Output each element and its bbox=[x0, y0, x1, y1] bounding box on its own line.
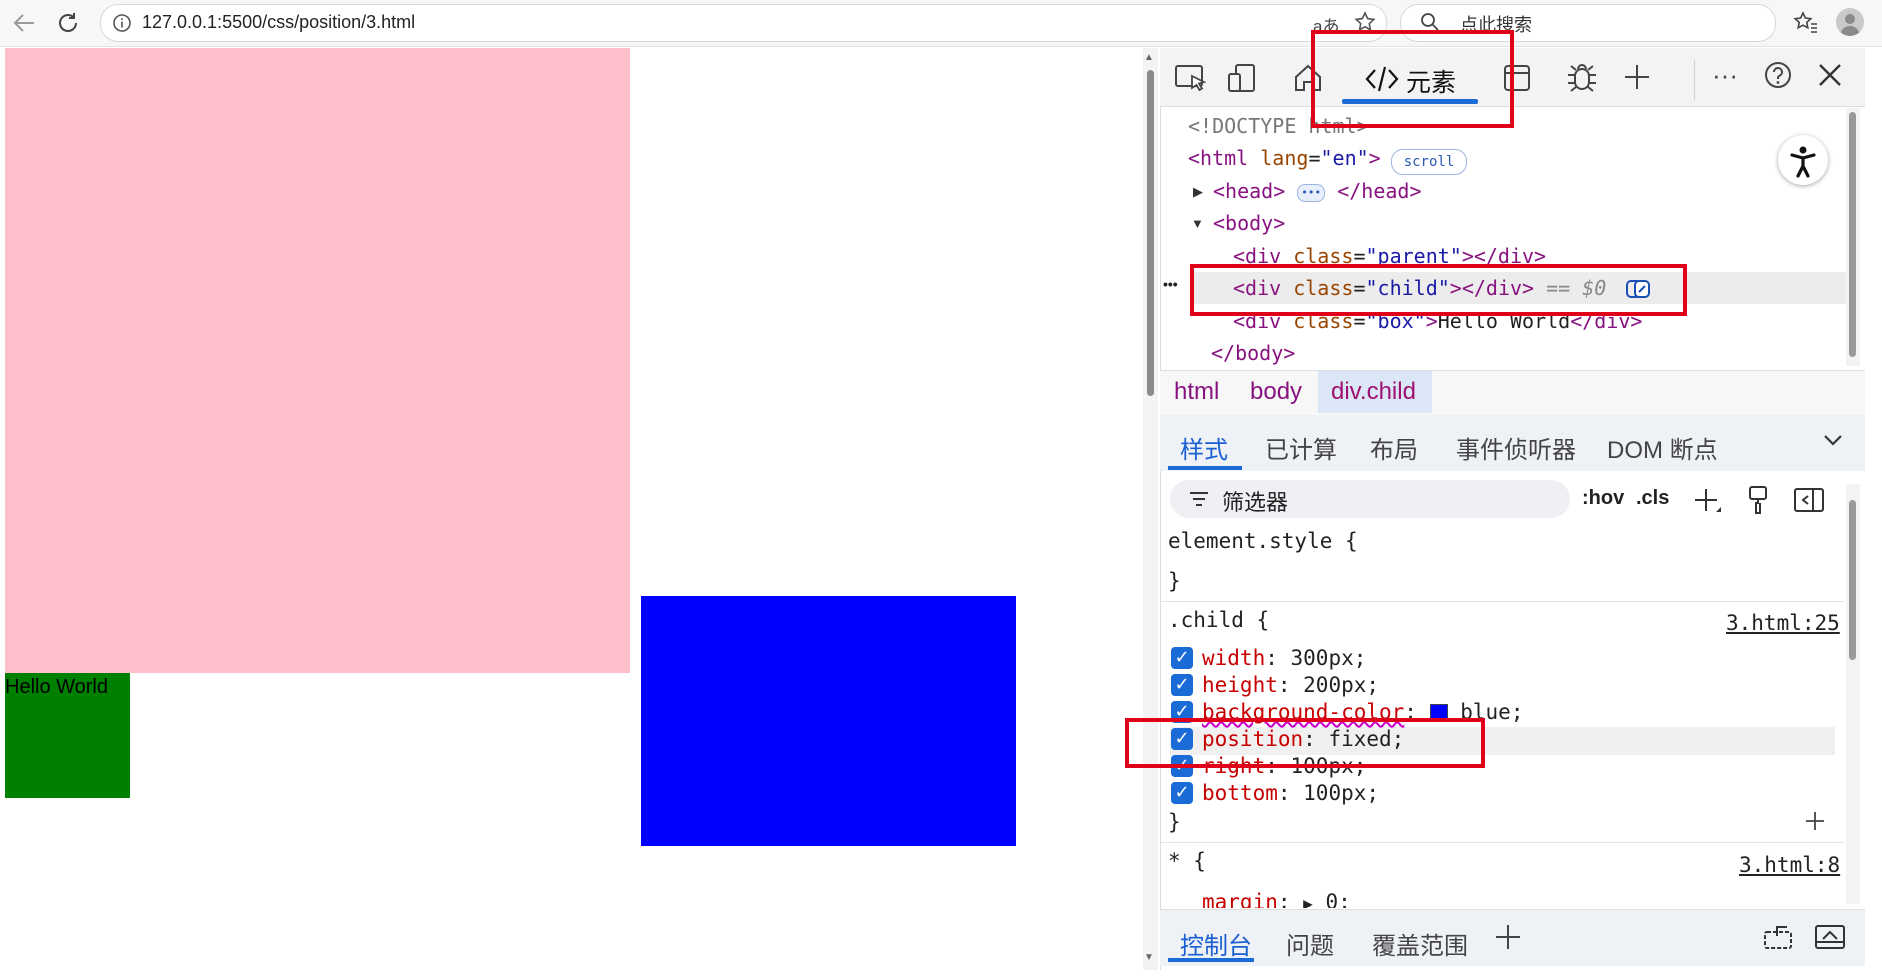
bottom-checkbox[interactable]: ✓ bbox=[1171, 782, 1193, 804]
margin-declaration-clip: margin: ▶ 0; bbox=[1160, 888, 1844, 908]
subtab-styles[interactable]: 样式 bbox=[1180, 430, 1228, 465]
height-declaration[interactable]: height: 200px; bbox=[1202, 673, 1379, 697]
scroll-up-arrow-icon[interactable]: ▲ bbox=[1144, 52, 1154, 63]
bug-icon[interactable] bbox=[1565, 60, 1599, 99]
help-icon[interactable] bbox=[1763, 60, 1793, 95]
accessibility-icon bbox=[1790, 146, 1816, 178]
dom-scroll-thumb[interactable] bbox=[1849, 112, 1856, 357]
dom-html-line[interactable]: <html lang="en"> bbox=[1188, 146, 1381, 170]
html-open-tag: <html bbox=[1188, 146, 1249, 170]
star-rule-source-link[interactable]: 3.html:8 bbox=[1739, 853, 1840, 877]
subtab-computed[interactable]: 已计算 bbox=[1265, 430, 1337, 465]
subtab-event-listeners[interactable]: 事件侦听器 bbox=[1456, 430, 1576, 465]
star-rule-selector[interactable]: * { bbox=[1168, 849, 1206, 873]
breadcrumb-html[interactable]: html bbox=[1174, 378, 1219, 406]
child-rule-selector[interactable]: .child { bbox=[1168, 608, 1269, 632]
height-checkbox[interactable]: ✓ bbox=[1171, 674, 1193, 696]
annotation-elements-tab bbox=[1311, 30, 1514, 128]
width-declaration[interactable]: width: 300px; bbox=[1202, 646, 1366, 670]
refresh-icon[interactable] bbox=[56, 11, 80, 40]
paint-icon[interactable] bbox=[1746, 484, 1772, 521]
styles-scroll-thumb[interactable] bbox=[1849, 500, 1856, 660]
head-ellipsis[interactable]: ••• bbox=[1297, 183, 1326, 202]
margin-declaration[interactable]: margin: ▶ 0; bbox=[1202, 890, 1351, 908]
avatar[interactable] bbox=[1836, 8, 1864, 36]
bottom-declaration[interactable]: bottom: 100px; bbox=[1202, 781, 1379, 805]
cls-button[interactable]: .cls bbox=[1636, 487, 1669, 510]
prop-name: height bbox=[1202, 673, 1278, 697]
scroll-badge[interactable]: scroll bbox=[1391, 149, 1467, 175]
hov-button[interactable]: :hov bbox=[1582, 487, 1624, 510]
chevron-down-icon[interactable] bbox=[1822, 432, 1844, 453]
plus-icon[interactable] bbox=[1622, 62, 1652, 97]
prop-name: bottom bbox=[1202, 781, 1278, 805]
parent-div bbox=[5, 48, 630, 673]
prop-name: width bbox=[1202, 646, 1266, 670]
row-more-icon[interactable]: ••• bbox=[1163, 276, 1178, 292]
breadcrumb-div-child[interactable]: div.child bbox=[1331, 378, 1416, 406]
width-checkbox[interactable]: ✓ bbox=[1171, 647, 1193, 669]
expand-head-icon[interactable]: ▶ bbox=[1193, 184, 1203, 200]
prop-value: 300px; bbox=[1290, 646, 1367, 670]
drawer-tab-coverage[interactable]: 覆盖范围 bbox=[1372, 926, 1468, 961]
html-lang-attr: lang bbox=[1260, 146, 1309, 170]
rule-divider bbox=[1160, 601, 1844, 602]
viewport-scroll-thumb[interactable] bbox=[1147, 70, 1154, 396]
inspect-icon[interactable] bbox=[1174, 62, 1208, 99]
new-rule-icon[interactable] bbox=[1692, 486, 1724, 521]
filter-placeholder: 筛选器 bbox=[1222, 490, 1289, 515]
drawer-tab-issues[interactable]: 问题 bbox=[1286, 926, 1334, 961]
dock-drawer-icon[interactable] bbox=[1814, 922, 1846, 957]
collapse-body-icon[interactable]: ▼ bbox=[1191, 216, 1204, 231]
dom-body-open[interactable]: <body> bbox=[1213, 211, 1285, 235]
info-icon[interactable] bbox=[112, 13, 132, 38]
drawer-add-tab-icon[interactable] bbox=[1494, 923, 1522, 956]
prop-value: 0; bbox=[1325, 890, 1351, 908]
url-text[interactable]: 127.0.0.1:5500/css/position/3.html bbox=[142, 12, 415, 33]
prop-name: margin bbox=[1202, 890, 1278, 908]
dom-body-close[interactable]: </body> bbox=[1211, 341, 1295, 365]
device-icon[interactable] bbox=[1226, 62, 1258, 99]
close-icon[interactable] bbox=[1816, 61, 1844, 94]
sidebar-toggle-icon[interactable] bbox=[1793, 486, 1825, 519]
undock-drawer-icon[interactable] bbox=[1763, 924, 1795, 957]
toolbar-divider bbox=[1694, 60, 1695, 100]
child-rule-close: } bbox=[1168, 810, 1181, 834]
subtab-layout[interactable]: 布局 bbox=[1370, 430, 1418, 465]
head-open-tag: <head> bbox=[1213, 179, 1286, 203]
element-style-close: } bbox=[1168, 569, 1181, 593]
back-arrow-icon[interactable] bbox=[12, 12, 36, 38]
annotation-child-row bbox=[1190, 264, 1687, 316]
favorites-icon[interactable] bbox=[1793, 10, 1819, 39]
filter-icon bbox=[1188, 489, 1210, 514]
subtab-dom-breakpoints[interactable]: DOM 断点 bbox=[1607, 430, 1718, 465]
breadcrumb-body[interactable]: body bbox=[1250, 378, 1302, 406]
subtab-underline bbox=[1168, 466, 1242, 470]
rule-divider bbox=[1160, 842, 1844, 843]
dom-head-line[interactable]: <head> ••• </head> bbox=[1213, 179, 1422, 203]
drawer-tab-underline bbox=[1168, 958, 1254, 962]
child-rule-source-link[interactable]: 3.html:25 bbox=[1726, 611, 1840, 635]
prop-value: 100px; bbox=[1303, 781, 1380, 805]
drawer-tab-console[interactable]: 控制台 bbox=[1180, 926, 1252, 961]
annotation-position-fixed bbox=[1125, 718, 1485, 768]
accessibility-button[interactable] bbox=[1778, 135, 1828, 185]
scroll-down-arrow-icon[interactable]: ▼ bbox=[1144, 952, 1154, 963]
hello-world-text: Hello World bbox=[5, 676, 108, 698]
more-icon[interactable]: ··· bbox=[1712, 60, 1738, 91]
expand-shorthand-icon[interactable]: ▶ bbox=[1303, 894, 1313, 908]
child-div bbox=[641, 596, 1016, 846]
prop-value: 200px; bbox=[1303, 673, 1380, 697]
head-close-tag: </head> bbox=[1337, 179, 1422, 203]
element-style-selector[interactable]: element.style { bbox=[1168, 529, 1358, 553]
html-lang-value: "en" bbox=[1320, 146, 1369, 170]
html-gt: > bbox=[1368, 146, 1381, 170]
add-property-icon[interactable] bbox=[1804, 810, 1826, 837]
